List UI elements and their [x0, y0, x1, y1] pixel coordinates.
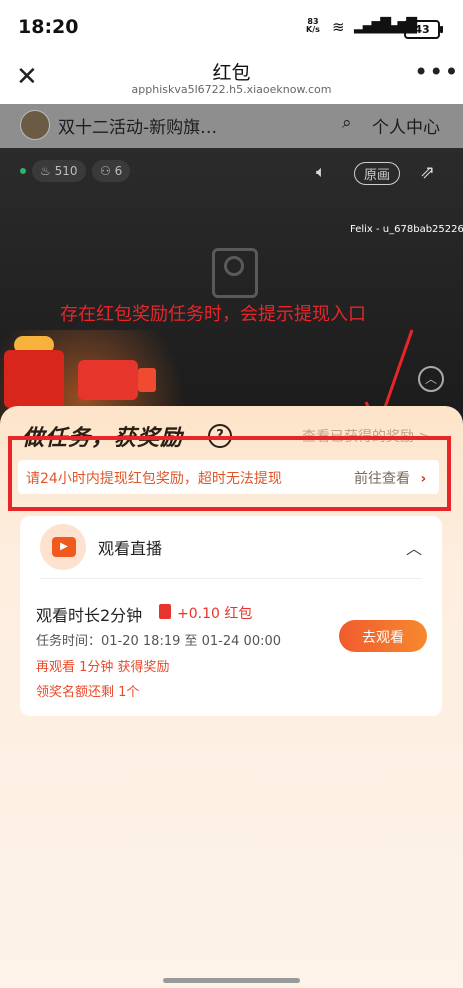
avatar[interactable]	[20, 110, 50, 140]
annotation-text: 存在红包奖励任务时，会提示提现入口	[60, 304, 366, 325]
task-group-title: 观看直播	[98, 539, 163, 558]
browser-header: ✕ 红包 apphiskva5l6722.h5.xiaoeknow.com ••…	[0, 52, 463, 104]
red-envelope-small-icon	[138, 368, 156, 392]
red-packet-icon	[159, 604, 171, 619]
volume-icon[interactable]: 🔈︎	[316, 162, 326, 182]
status-time: 18:20	[18, 16, 79, 38]
task-quota: 领奖名额还剩 1个	[36, 685, 140, 700]
chevron-up-icon[interactable]: ︿	[406, 535, 422, 559]
annotation-highlight-box	[8, 436, 451, 511]
network-speed: 83 K/s	[306, 17, 320, 34]
fire-icon: ♨	[40, 164, 51, 178]
task-remaining: 再观看 1分钟 获得奖励	[36, 660, 170, 675]
live-dot-icon	[20, 168, 26, 174]
page-title: 红包	[212, 62, 251, 84]
battery-icon: 43	[404, 20, 443, 39]
task-reward: +0.10 红包	[177, 606, 253, 622]
task-title: 观看时长2分钟	[36, 606, 143, 625]
play-icon: ▶	[52, 537, 76, 557]
task-time: 任务时间：01-20 18:19 至 01-24 00:00	[36, 634, 282, 649]
page-url: apphiskva5l6722.h5.xiaoeknow.com	[131, 83, 332, 96]
room-title[interactable]: 双十二活动-新购旗…	[58, 113, 217, 138]
share-icon[interactable]: ⇗	[420, 162, 435, 183]
likes-count: 510	[54, 164, 78, 178]
more-icon[interactable]: •••	[414, 58, 459, 86]
divider	[40, 578, 422, 579]
go-watch-button[interactable]: 去观看	[339, 620, 427, 652]
person-icon: ⚇	[100, 164, 111, 178]
viewers-count: 6	[114, 164, 123, 178]
gift-box-icon	[4, 350, 64, 408]
user-center-link[interactable]: 个人中心	[372, 113, 440, 138]
viewers-badge: ⚇ 6	[92, 160, 131, 182]
collapse-icon[interactable]: ︿	[418, 366, 444, 392]
likes-badge: ♨ 510	[32, 160, 86, 182]
wifi-icon: ≋	[332, 18, 345, 36]
home-indicator[interactable]	[163, 978, 300, 983]
red-envelope-icon	[78, 360, 138, 400]
camera-lens-icon	[224, 256, 244, 276]
user-watermark: Felix - u_678bab2522657	[350, 224, 463, 235]
quality-button[interactable]: 原画	[354, 162, 401, 185]
search-icon[interactable]: ⌕	[342, 113, 352, 133]
